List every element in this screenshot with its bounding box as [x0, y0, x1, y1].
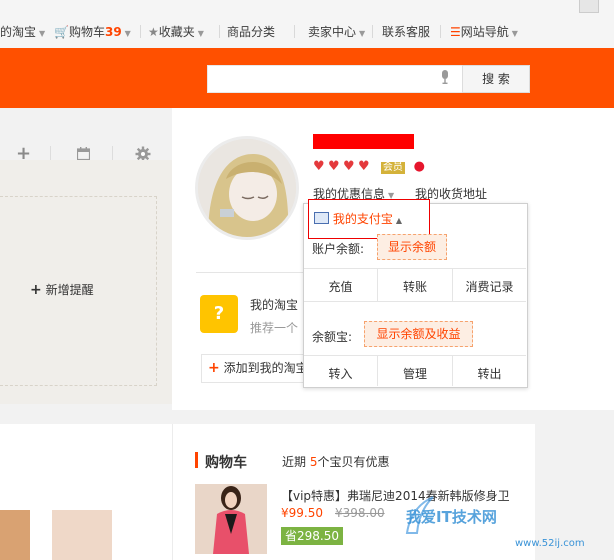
cart-count-badge: 39 [104, 25, 122, 39]
username-redacted [313, 134, 414, 149]
product-price: ¥99.50 [281, 506, 323, 520]
product-image[interactable] [195, 484, 267, 554]
chevron-down-icon: ▼ [197, 29, 204, 38]
product-title-link[interactable]: 【vip特惠】弗瑞尼迪2014春新韩版修身卫 [281, 487, 510, 504]
nav-seller-center[interactable]: 卖家中心 ▼ [308, 23, 365, 40]
grid-line [304, 301, 526, 302]
nav-my-taobao-label: 的淘宝 [0, 25, 37, 39]
cart-note-suffix: 个宝贝有优惠 [317, 455, 390, 469]
watermark-url: www.52ij.com [515, 538, 585, 549]
add-reminder-button[interactable]: + 新增提醒 [30, 281, 94, 298]
avatar[interactable] [195, 136, 299, 240]
product-thumbnail[interactable] [52, 510, 112, 560]
nav-divider [219, 25, 220, 38]
cart-note: 近期 5个宝贝有优惠 [282, 453, 390, 470]
nav-cart[interactable]: 🛒购物车39 ▼ [54, 23, 131, 40]
heart-icon: ♥ [358, 159, 370, 174]
menu-icon: ☰ [450, 25, 461, 39]
chevron-down-icon: ▼ [39, 29, 46, 38]
nav-site-nav[interactable]: ☰网站导航 ▼ [450, 23, 518, 40]
transfer-button[interactable]: 转账 [378, 278, 452, 295]
cart-title[interactable]: 购物车 [205, 452, 247, 472]
chevron-down-icon: ▼ [359, 29, 366, 38]
member-badge[interactable]: 会员 [380, 162, 405, 174]
cart-icon: 🛒 [54, 25, 69, 39]
my-taobao-label: 我的淘宝 [250, 298, 299, 312]
transfer-out-button[interactable]: 转出 [453, 365, 526, 382]
chevron-down-icon: ▼ [124, 29, 131, 38]
weibo-icon[interactable]: ● [414, 160, 425, 173]
chevron-up-icon: ▲ [395, 216, 402, 225]
wallet-icon [314, 212, 329, 224]
chevron-down-icon: ▼ [511, 29, 518, 38]
mascot-icon: ? [200, 295, 238, 333]
watermark-text: 我爱IT技术网 [406, 508, 497, 526]
nav-divider [140, 25, 141, 38]
product-old-price: ¥398.00 [335, 506, 385, 520]
add-to-my-taobao-label: 添加到我的淘宝 [223, 361, 308, 375]
manage-button[interactable]: 管理 [378, 365, 452, 382]
alipay-title-label: 我的支付宝 [332, 212, 393, 226]
yuebao-label: 余额宝: [312, 330, 353, 344]
nav-seller-center-label: 卖家中心 [308, 25, 357, 39]
heart-icon: ♥ [328, 159, 340, 174]
nav-favorites-label: 收藏夹 [158, 25, 195, 39]
add-reminder-label: 新增提醒 [45, 283, 94, 297]
top-strip [0, 0, 614, 15]
show-yuebao-button[interactable]: 显示余额及收益 [364, 321, 473, 347]
search-button[interactable]: 搜 索 [462, 65, 530, 93]
member-badge-label: 会员 [382, 162, 403, 173]
heart-icon: ♥ [343, 159, 355, 174]
star-icon: ★ [148, 25, 159, 39]
cart-accent-bar [195, 452, 198, 468]
search-input[interactable] [207, 65, 476, 93]
nav-my-taobao[interactable]: 的淘宝 ▼ [0, 23, 45, 40]
corner-tab[interactable] [579, 0, 599, 13]
nav-cart-label: 购物车 [68, 25, 105, 39]
transfer-in-button[interactable]: 转入 [304, 365, 377, 382]
nav-divider [440, 25, 441, 38]
balance-label: 账户余额: [312, 242, 365, 256]
records-button[interactable]: 消费记录 [453, 278, 526, 295]
alipay-toggle[interactable]: 我的支付宝 ▲ [314, 210, 402, 227]
nav-categories[interactable]: 商品分类 [227, 23, 275, 40]
nav-divider [294, 25, 295, 38]
member-badges: ♥ ♥ ♥ ♥ 会员 ● [313, 159, 425, 174]
nav-contact-service[interactable]: 联系客服 [382, 23, 430, 40]
plus-icon: + [208, 360, 220, 376]
heart-icon: ♥ [313, 159, 325, 174]
microphone-icon[interactable] [441, 70, 449, 87]
grid-line [304, 268, 526, 269]
product-thumbnail[interactable] [0, 510, 30, 560]
plus-icon: + [30, 282, 42, 298]
show-balance-button[interactable]: 显示余额 [377, 234, 447, 260]
cart-note-prefix: 近期 [282, 455, 307, 469]
recommend-text: 推荐一个 [250, 321, 299, 335]
nav-site-nav-label: 网站导航 [460, 25, 509, 39]
nav-favorites[interactable]: ★收藏夹 ▼ [148, 23, 204, 40]
product-save-badge: 省298.50 [281, 527, 343, 545]
site-nav: 的淘宝 ▼ 🛒购物车39 ▼ ★收藏夹 ▼ 商品分类 卖家中心 ▼ 联系客服 ☰网站导航… [0, 14, 614, 49]
recharge-button[interactable]: 充值 [304, 278, 377, 295]
grid-line [304, 355, 526, 356]
nav-divider [372, 25, 373, 38]
